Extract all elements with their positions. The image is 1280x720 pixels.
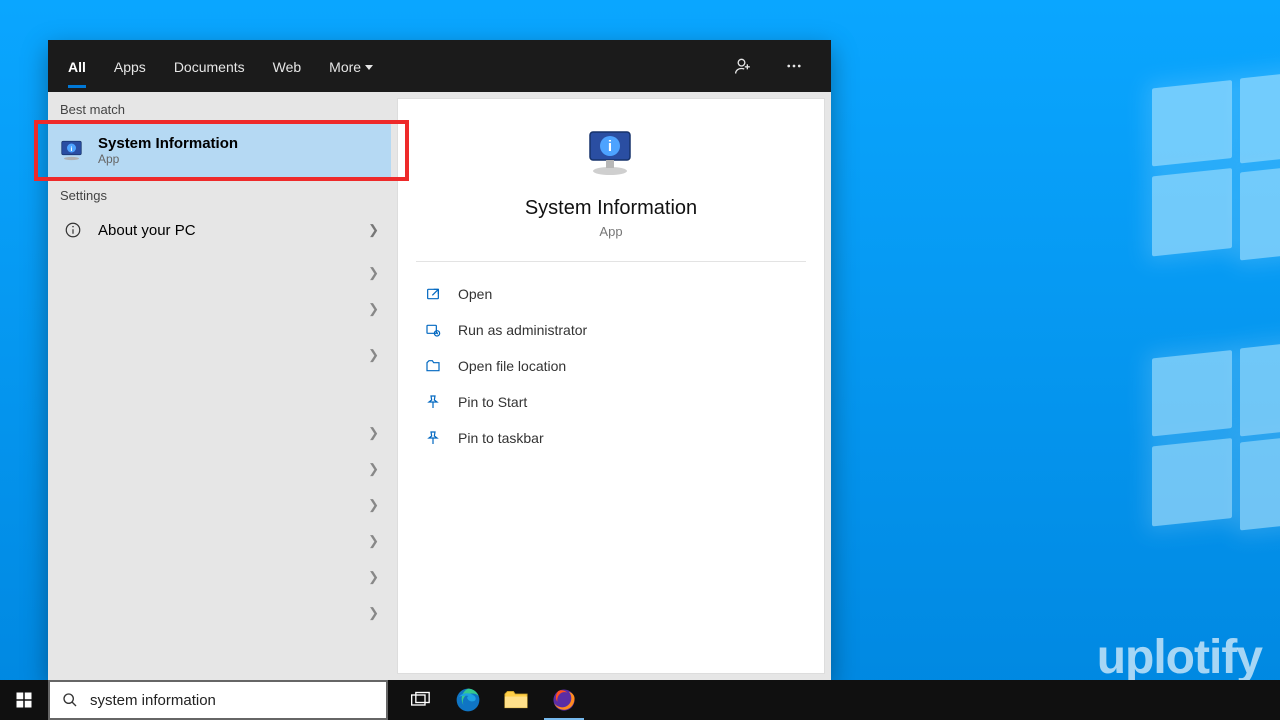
action-open-file-location[interactable]: Open file location [420,348,802,384]
open-icon [424,285,442,303]
app-icon: i [60,138,86,164]
more-options-icon[interactable] [783,55,805,77]
taskbar-search-box[interactable] [48,680,388,720]
tab-all[interactable]: All [68,45,86,87]
search-tabbar: All Apps Documents Web More [48,40,831,92]
chevron-right-icon: ❯ [368,425,379,441]
chevron-right-icon: ❯ [368,265,379,281]
actions-list: Open Run as administrator Open file loca… [398,276,824,456]
pin-icon [424,429,442,447]
start-button[interactable] [0,680,48,720]
list-item[interactable]: ❯ [48,337,391,373]
preview-subtitle: App [599,224,622,239]
preview-app-icon: i [584,129,638,179]
chevron-down-icon [365,65,373,70]
results-list: Best match i System Information App Sett [48,92,391,680]
chevron-right-icon: ❯ [368,533,379,549]
tab-documents[interactable]: Documents [174,45,245,87]
file-explorer-icon[interactable] [492,680,540,720]
firefox-icon[interactable] [540,680,588,720]
list-item[interactable]: ❯ [48,523,391,559]
list-item[interactable]: ❯ [48,559,391,595]
result-preview: i System Information App Open [397,98,825,674]
list-item[interactable]: ❯ [48,291,391,327]
action-pin-to-taskbar[interactable]: Pin to taskbar [420,420,802,456]
list-item[interactable]: ❯ [48,415,391,451]
ghost-rows: ❯ ❯ ❯ ❯ ❯ ❯ ❯ ❯ ❯ [48,255,391,631]
tab-apps[interactable]: Apps [114,45,146,87]
list-item[interactable]: ❯ [48,451,391,487]
action-label: Run as administrator [458,322,587,338]
tab-web[interactable]: Web [273,45,302,87]
watermark: uplotify [1097,630,1262,685]
search-input[interactable] [90,692,374,709]
result-about-your-pc[interactable]: About your PC ❯ [48,209,391,251]
svg-text:i: i [71,146,73,153]
action-label: Open file location [458,358,566,374]
result-title: System Information [98,135,238,152]
chevron-right-icon: ❯ [368,222,379,238]
edge-icon[interactable] [444,680,492,720]
result-system-information[interactable]: i System Information App [48,123,391,178]
list-item[interactable]: ❯ [48,487,391,523]
task-view-icon[interactable] [396,680,444,720]
chevron-right-icon: ❯ [368,605,379,621]
chevron-right-icon: ❯ [368,347,379,363]
admin-icon [424,321,442,339]
section-settings: Settings [48,178,391,209]
tab-more[interactable]: More [329,45,373,87]
action-label: Pin to Start [458,394,527,410]
list-item[interactable]: ❯ [48,595,391,631]
svg-text:i: i [608,138,612,155]
folder-icon [424,357,442,375]
windows-logo-rays [1060,40,1280,540]
divider [416,261,806,262]
search-icon [62,692,78,708]
pin-icon [424,393,442,411]
section-best-match: Best match [48,92,391,123]
action-label: Pin to taskbar [458,430,544,446]
action-run-as-admin[interactable]: Run as administrator [420,312,802,348]
tab-more-label: More [329,59,361,75]
list-item[interactable]: ❯ [48,255,391,291]
action-label: Open [458,286,492,302]
preview-title: System Information [525,197,697,220]
chevron-right-icon: ❯ [368,461,379,477]
chevron-right-icon: ❯ [368,497,379,513]
action-pin-to-start[interactable]: Pin to Start [420,384,802,420]
taskbar [0,680,1280,720]
result-title: About your PC [98,222,196,239]
info-icon [60,217,86,243]
feedback-icon[interactable] [733,55,755,77]
chevron-right-icon: ❯ [368,569,379,585]
search-flyout: All Apps Documents Web More Best match [48,40,831,680]
result-subtitle: App [98,152,238,166]
search-body: Best match i System Information App Sett [48,92,831,680]
action-open[interactable]: Open [420,276,802,312]
chevron-right-icon: ❯ [368,301,379,317]
